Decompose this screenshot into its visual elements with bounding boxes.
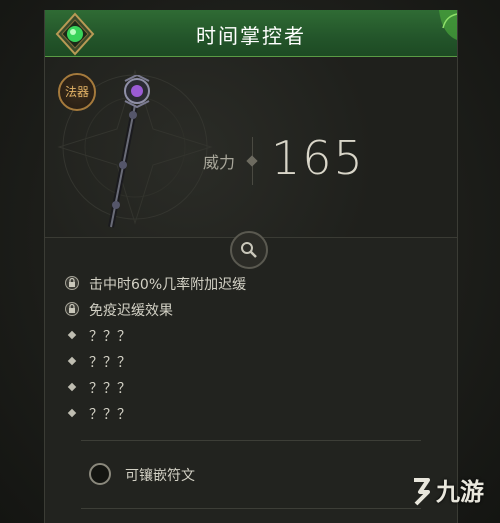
inspect-button[interactable] [230, 231, 268, 269]
affix-row: ？？？ [65, 350, 445, 374]
item-name: 时间掌控者 [196, 24, 306, 48]
diamond-bullet-icon [67, 330, 77, 340]
rune-socket-label: 可镶嵌符文 [125, 468, 195, 484]
lock-icon [65, 302, 79, 316]
magnifier-icon [241, 242, 257, 258]
power-label: 威力 [203, 153, 236, 172]
corner-vine-ornament [439, 10, 457, 40]
watermark-logo-icon [414, 478, 430, 506]
watermark-text: 九游 [436, 478, 484, 506]
item-title-bar: 时间掌控者 [45, 10, 457, 57]
bottom-divider [81, 508, 421, 509]
lock-icon [65, 276, 79, 290]
affix-row: ？？？ [65, 324, 445, 348]
power-value: 165 [271, 131, 365, 185]
affix-text: 击中时60%几率附加迟缓 [89, 277, 247, 293]
affix-row: ？？？ [65, 402, 445, 426]
affix-row: ？？？ [65, 376, 445, 400]
affix-text: ？？？ [89, 329, 131, 345]
affix-text: 免疫迟缓效果 [89, 303, 173, 319]
section-divider [81, 440, 421, 441]
affix-row: 击中时60%几率附加迟缓 [65, 272, 445, 296]
diamond-bullet-icon [67, 356, 77, 366]
staff-weapon-icon [108, 75, 150, 228]
affix-text: ？？？ [89, 407, 131, 423]
diamond-bullet-icon [67, 408, 77, 418]
rune-socket[interactable] [89, 463, 111, 485]
affix-text: ？？？ [89, 381, 131, 397]
affix-row: 免疫迟缓效果 [65, 298, 445, 322]
item-type-badge: 法器 [58, 73, 96, 111]
item-preview-area: 法器 威力 165 [45, 57, 457, 238]
affix-text: ？？？ [89, 355, 131, 371]
diamond-bullet-icon [67, 382, 77, 392]
item-tooltip-panel: 时间掌控者 法器 威力 165 击中时60%几率附加迟缓 免疫迟缓效果 ？？？ … [44, 10, 458, 523]
